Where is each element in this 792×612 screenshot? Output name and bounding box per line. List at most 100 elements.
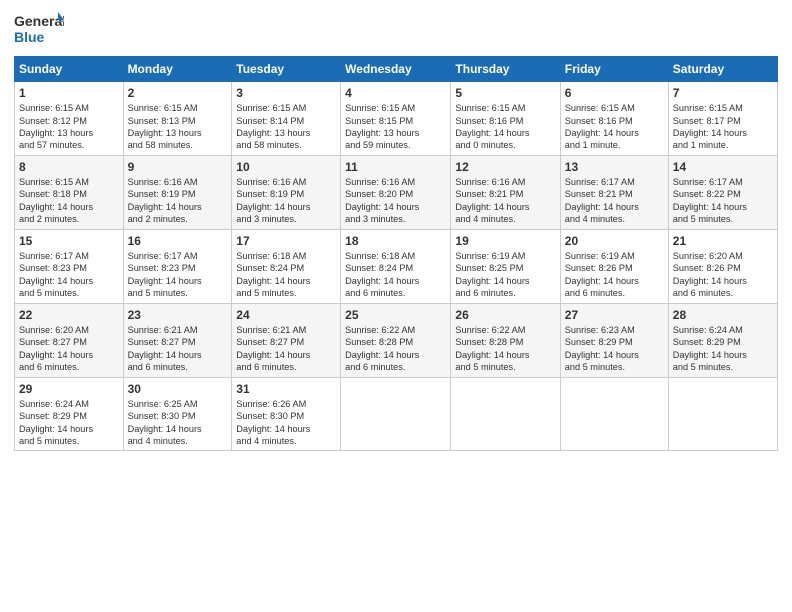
day-cell [668, 377, 777, 451]
day-text: and 58 minutes. [128, 139, 228, 151]
day-cell: 12Sunrise: 6:16 AMSunset: 8:21 PMDayligh… [451, 155, 560, 229]
day-text: Sunrise: 6:18 AM [236, 250, 336, 262]
day-cell: 2Sunrise: 6:15 AMSunset: 8:13 PMDaylight… [123, 82, 232, 156]
day-number: 10 [236, 159, 336, 175]
logo-svg: General Blue [14, 10, 64, 48]
day-text: Daylight: 14 hours [345, 201, 446, 213]
day-text: Sunset: 8:19 PM [128, 188, 228, 200]
day-text: Sunset: 8:22 PM [673, 188, 773, 200]
day-cell: 8Sunrise: 6:15 AMSunset: 8:18 PMDaylight… [15, 155, 124, 229]
day-number: 1 [19, 85, 119, 101]
day-number: 2 [128, 85, 228, 101]
week-row-3: 15Sunrise: 6:17 AMSunset: 8:23 PMDayligh… [15, 229, 778, 303]
day-text: Sunrise: 6:23 AM [565, 324, 664, 336]
day-number: 23 [128, 307, 228, 323]
header-cell-wednesday: Wednesday [341, 57, 451, 82]
day-text: and 4 minutes. [455, 213, 555, 225]
day-text: Sunrise: 6:22 AM [345, 324, 446, 336]
day-text: Daylight: 14 hours [565, 349, 664, 361]
day-cell: 18Sunrise: 6:18 AMSunset: 8:24 PMDayligh… [341, 229, 451, 303]
day-text: Daylight: 14 hours [345, 349, 446, 361]
day-text: Sunset: 8:27 PM [236, 336, 336, 348]
day-text: and 3 minutes. [345, 213, 446, 225]
day-text: Sunrise: 6:17 AM [673, 176, 773, 188]
day-number: 7 [673, 85, 773, 101]
week-row-1: 1Sunrise: 6:15 AMSunset: 8:12 PMDaylight… [15, 82, 778, 156]
day-text: Daylight: 14 hours [673, 127, 773, 139]
day-text: Sunrise: 6:15 AM [673, 102, 773, 114]
day-text: and 5 minutes. [673, 361, 773, 373]
day-text: and 6 minutes. [673, 287, 773, 299]
day-text: Sunrise: 6:15 AM [19, 176, 119, 188]
day-text: Daylight: 14 hours [345, 275, 446, 287]
day-cell: 7Sunrise: 6:15 AMSunset: 8:17 PMDaylight… [668, 82, 777, 156]
day-text: Sunset: 8:29 PM [673, 336, 773, 348]
day-cell: 22Sunrise: 6:20 AMSunset: 8:27 PMDayligh… [15, 303, 124, 377]
day-text: Sunset: 8:23 PM [128, 262, 228, 274]
day-text: and 1 minute. [673, 139, 773, 151]
day-text: Daylight: 14 hours [455, 349, 555, 361]
day-text: Sunset: 8:29 PM [19, 410, 119, 422]
day-number: 26 [455, 307, 555, 323]
day-text: Sunrise: 6:24 AM [19, 398, 119, 410]
header: General Blue [14, 10, 778, 48]
day-text: Sunset: 8:15 PM [345, 115, 446, 127]
week-row-4: 22Sunrise: 6:20 AM Sunset: 8:27 PM Dayligh… [15, 303, 778, 377]
day-text: and 3 minutes. [236, 213, 336, 225]
day-text: and 6 minutes. [455, 287, 555, 299]
day-text: and 5 minutes. [455, 361, 555, 373]
day-cell: 10Sunrise: 6:16 AMSunset: 8:19 PMDayligh… [232, 155, 341, 229]
week-row-2: 8Sunrise: 6:15 AMSunset: 8:18 PMDaylight… [15, 155, 778, 229]
day-number: 5 [455, 85, 555, 101]
day-text: Sunrise: 6:17 AM [128, 250, 228, 262]
day-text: Daylight: 14 hours [19, 349, 119, 361]
day-number: 21 [673, 233, 773, 249]
day-cell: 6Sunrise: 6:15 AMSunset: 8:16 PMDaylight… [560, 82, 668, 156]
day-cell: 5Sunrise: 6:15 AMSunset: 8:16 PMDaylight… [451, 82, 560, 156]
header-cell-monday: Monday [123, 57, 232, 82]
day-text: Daylight: 14 hours [565, 127, 664, 139]
day-text: Daylight: 14 hours [455, 275, 555, 287]
day-text: and 6 minutes. [345, 287, 446, 299]
day-cell: 1Sunrise: 6:15 AMSunset: 8:12 PMDaylight… [15, 82, 124, 156]
calendar-table: SundayMondayTuesdayWednesdayThursdayFrid… [14, 56, 778, 451]
day-text: Daylight: 14 hours [128, 423, 228, 435]
day-text: and 58 minutes. [236, 139, 336, 151]
day-text: and 0 minutes. [455, 139, 555, 151]
calendar-body: 1Sunrise: 6:15 AMSunset: 8:12 PMDaylight… [15, 82, 778, 451]
header-cell-friday: Friday [560, 57, 668, 82]
day-text: Sunset: 8:27 PM [128, 336, 228, 348]
day-text: Sunrise: 6:20 AM [19, 324, 119, 336]
day-text: Daylight: 14 hours [128, 275, 228, 287]
day-cell [560, 377, 668, 451]
day-cell: 19Sunrise: 6:19 AMSunset: 8:25 PMDayligh… [451, 229, 560, 303]
day-text: Sunrise: 6:15 AM [236, 102, 336, 114]
logo: General Blue [14, 10, 64, 48]
day-text: and 6 minutes. [19, 361, 119, 373]
day-text: Sunset: 8:20 PM [345, 188, 446, 200]
day-number: 6 [565, 85, 664, 101]
day-text: Daylight: 14 hours [19, 201, 119, 213]
header-cell-saturday: Saturday [668, 57, 777, 82]
day-cell: 16Sunrise: 6:17 AMSunset: 8:23 PMDayligh… [123, 229, 232, 303]
day-text: Daylight: 14 hours [236, 423, 336, 435]
day-number: 24 [236, 307, 336, 323]
day-text: Daylight: 13 hours [236, 127, 336, 139]
day-text: Daylight: 13 hours [128, 127, 228, 139]
day-number: 22 [19, 307, 119, 323]
day-cell: 13Sunrise: 6:17 AMSunset: 8:21 PMDayligh… [560, 155, 668, 229]
day-cell: 21Sunrise: 6:20 AMSunset: 8:26 PMDayligh… [668, 229, 777, 303]
day-cell: 28Sunrise: 6:24 AMSunset: 8:29 PMDayligh… [668, 303, 777, 377]
day-text: Sunset: 8:28 PM [455, 336, 555, 348]
day-text: Sunrise: 6:17 AM [565, 176, 664, 188]
header-cell-thursday: Thursday [451, 57, 560, 82]
day-text: Sunset: 8:23 PM [19, 262, 119, 274]
day-text: Daylight: 14 hours [673, 275, 773, 287]
calendar-header: SundayMondayTuesdayWednesdayThursdayFrid… [15, 57, 778, 82]
day-text: and 6 minutes. [128, 361, 228, 373]
day-text: and 6 minutes. [236, 361, 336, 373]
day-cell: 15Sunrise: 6:17 AMSunset: 8:23 PMDayligh… [15, 229, 124, 303]
day-number: 31 [236, 381, 336, 397]
day-text: Sunrise: 6:24 AM [673, 324, 773, 336]
day-text: and 4 minutes. [128, 435, 228, 447]
